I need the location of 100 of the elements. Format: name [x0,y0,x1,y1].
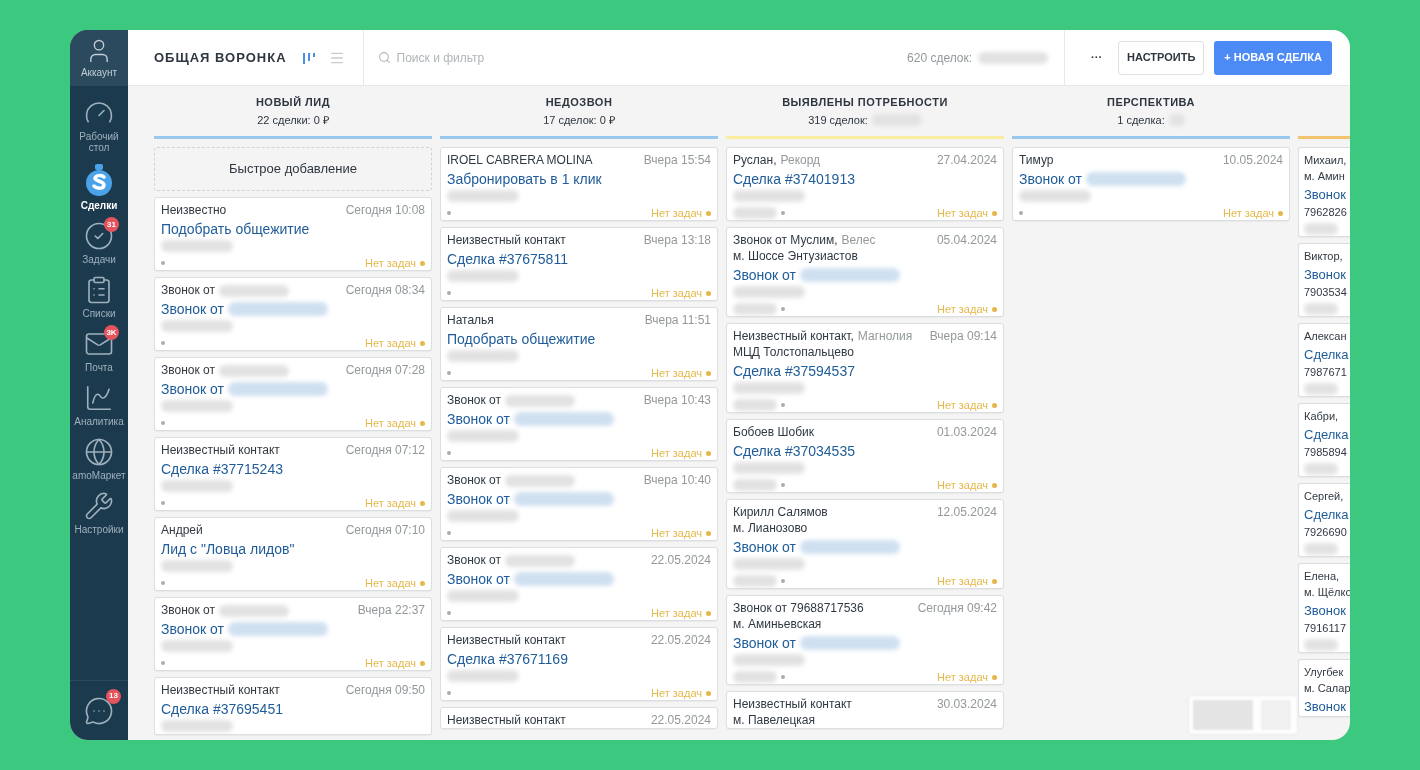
deal-card[interactable]: Неизвестный контакт 30.03.2024 м. Павелецкая [726,691,1004,729]
deal-link[interactable]: Сделка #37034535 [733,442,855,460]
account-button[interactable]: Аккаунт [70,30,128,86]
deal-link[interactable]: Сделка #37715243 [161,460,283,478]
deal-card[interactable]: Кирилл Салямов 12.05.2024 м. Лианозово Звонок от Нет задач [726,499,1004,589]
deal-date: Вчера 09:14 [929,329,997,344]
deal-card[interactable]: Звонок от Сегодня 07:28 Звонок от Нет задач [154,357,432,431]
deal-card[interactable]: Руслан, Рекорд 27.04.2024 Сделка #37401913 Нет задач [726,147,1004,221]
no-tasks-label: Нет задач [365,415,416,431]
deal-card[interactable]: Неизвестный контакт 22.05.2024 [440,707,718,729]
deal-link[interactable]: Звонок от [161,300,224,318]
deal-link[interactable]: Сделка #37671169 [447,650,568,668]
quick-add-button[interactable]: Быстрое добавление [154,147,432,191]
deal-date: 22.05.2024 [650,553,711,568]
deal-card[interactable]: Тимур 10.05.2024 Звонок от Нет задач [1012,147,1290,221]
deal-card[interactable]: Алексан Сделка 7987671 [1298,323,1350,397]
address-text: м. Амин [1304,169,1346,184]
deal-date: 01.03.2024 [936,425,997,440]
nav-item[interactable]: Аналитика [71,383,127,427]
deal-link[interactable]: Звонок от [1019,170,1082,188]
deal-link[interactable]: Лид с "Ловца лидов" [161,540,295,558]
search-field[interactable]: Поиск и фильтр [396,48,697,67]
deal-link[interactable]: Звонок [1304,698,1346,716]
deal-link[interactable]: Сделка #37594537 [733,362,855,380]
dollar-icon [84,163,114,197]
pipeline-title: ОБЩАЯ ВОРОНКА [154,48,287,67]
deal-card[interactable]: Неизвестный контакт Вчера 13:18 Сделка #37675811 Нет задач [440,227,718,301]
deal-date: Вчера 10:40 [643,473,711,488]
column-count: 1 сделка: [1117,113,1165,128]
deal-card[interactable]: Сергей, Сделка 7926690 [1298,483,1350,557]
deal-link[interactable]: Сделка [1304,426,1349,444]
nav-item[interactable]: Настройки [71,491,127,535]
deal-link[interactable]: Звонок от [733,538,796,556]
no-tasks-label: Нет задач [937,205,988,221]
globe-icon [84,437,114,467]
deal-card[interactable]: Звонок от Вчера 22:37 Звонок от Нет задач [154,597,432,671]
deal-link[interactable]: Звонок от [447,570,510,588]
contact-name: Сергей, [1304,489,1344,504]
setup-button[interactable]: НАСТРОИТЬ [1118,40,1205,75]
contact-name: Неизвестный контакт, [733,329,854,344]
nav-item[interactable]: amoМаркет [71,437,127,481]
deal-link[interactable]: Звонок [1304,266,1346,284]
deal-card[interactable]: Неизвестный контакт, Магнолия Вчера 09:14 МЦД Толстопальцево Сделка #37594537 Нет задач [726,323,1004,413]
deal-card[interactable]: Наталья Вчера 11:51 Подобрать общежитие Нет задач [440,307,718,381]
contact-name: Улугбек [1304,665,1344,680]
chat-button[interactable]: 13 [77,688,121,733]
phone-text: 7926690 [1304,525,1348,540]
deal-card[interactable]: Кабри, Сделка 7985894 [1298,403,1350,477]
contact-name: Андрей [161,523,203,538]
contact-name: Елена, [1304,569,1340,584]
deal-link[interactable]: Сделка [1304,346,1349,364]
nav-item[interactable]: Рабочий стол [71,98,127,153]
search-icon [377,51,391,64]
deal-card[interactable]: Неизвестный контакт 22.05.2024 Сделка #37671169 Нет задач [440,627,718,701]
deal-card[interactable]: Андрей Сегодня 07:10 Лид с "Ловца лидов" Нет задач [154,517,432,591]
deal-card[interactable]: Звонок от Вчера 10:40 Звонок от Нет задач [440,467,718,541]
deal-link[interactable]: Забронировать в 1 клик [447,170,602,188]
deal-card[interactable]: Улугбек м. Салар Звонок [1298,659,1350,717]
deal-card[interactable]: Звонок от 79688717536 Сегодня 09:42 м. Аминьевская Звонок от Нет задач [726,595,1004,685]
deal-link[interactable]: Звонок [1304,602,1346,620]
deal-card[interactable]: IROEL CABRERA MOLINA Вчера 15:54 Забронировать в 1 клик Нет задач [440,147,718,221]
deal-card[interactable]: Неизвестный контакт Сегодня 07:12 Сделка #37715243 Нет задач [154,437,432,511]
deal-link[interactable]: Подобрать общежитие [447,330,596,348]
more-button[interactable]: ··· [1083,40,1111,75]
deal-card[interactable]: Михаил, м. Амин Звонок 7962826 [1298,147,1350,237]
deal-card[interactable]: Звонок от Муслим, Велес 05.04.2024 м. Шоссе Энтузиастов Звонок от Нет задач [726,227,1004,317]
count-badge: 31 [104,217,119,232]
deal-link[interactable]: Подобрать общежитие [161,220,310,238]
deal-link[interactable]: Звонок от [733,266,796,284]
address-text: м. Аминьевская [733,616,823,632]
deal-link[interactable]: Звонок от [161,620,224,638]
deal-card[interactable]: Звонок от Сегодня 08:34 Звонок от Нет задач [154,277,432,351]
no-tasks-label: Нет задач [937,397,988,413]
deal-link[interactable]: Сделка #37401913 [733,170,855,188]
deal-card[interactable]: Неизвестный контакт Сегодня 09:50 Сделка #37695451 [154,677,432,735]
deal-card[interactable]: Звонок от 22.05.2024 Звонок от Нет задач [440,547,718,621]
deal-link[interactable]: Сделка #37695451 [161,700,283,718]
contact-name: Звонок от [447,473,501,488]
contact-name: Кабри, [1304,409,1339,424]
deal-card[interactable]: Бобоев Шобик 01.03.2024 Сделка #37034535 Нет задач [726,419,1004,493]
deal-card[interactable]: Неизвестно Сегодня 10:08 Подобрать общежитие Нет задач [154,197,432,271]
deal-link[interactable]: Звонок от [161,380,224,398]
deal-date: 10.05.2024 [1222,153,1283,168]
deal-link[interactable]: Звонок от [733,634,796,652]
no-tasks-label: Нет задач [651,445,702,461]
nav-item[interactable]: Сделки [71,163,127,211]
nav-item[interactable]: Списки [71,275,127,319]
deal-link[interactable]: Звонок [1304,186,1346,204]
deal-link[interactable]: Звонок от [447,490,510,508]
column-title: НЕДОЗВОН [545,94,613,110]
column-title: ПЕРСПЕКТИВА [1107,94,1195,110]
deal-link[interactable]: Звонок от [447,410,510,428]
deal-card[interactable]: Виктор, Звонок 7903534 [1298,243,1350,317]
contact-name: Звонок от [161,603,215,618]
deal-card[interactable]: Звонок от Вчера 10:43 Звонок от Нет задач [440,387,718,461]
deal-link[interactable]: Сделка #37675811 [447,250,568,268]
no-tasks-label: Нет задач [937,477,988,493]
contact-name: Звонок от Муслим, [733,233,838,248]
deal-link[interactable]: Сделка [1304,506,1349,524]
contact-name: Звонок от [447,393,501,408]
